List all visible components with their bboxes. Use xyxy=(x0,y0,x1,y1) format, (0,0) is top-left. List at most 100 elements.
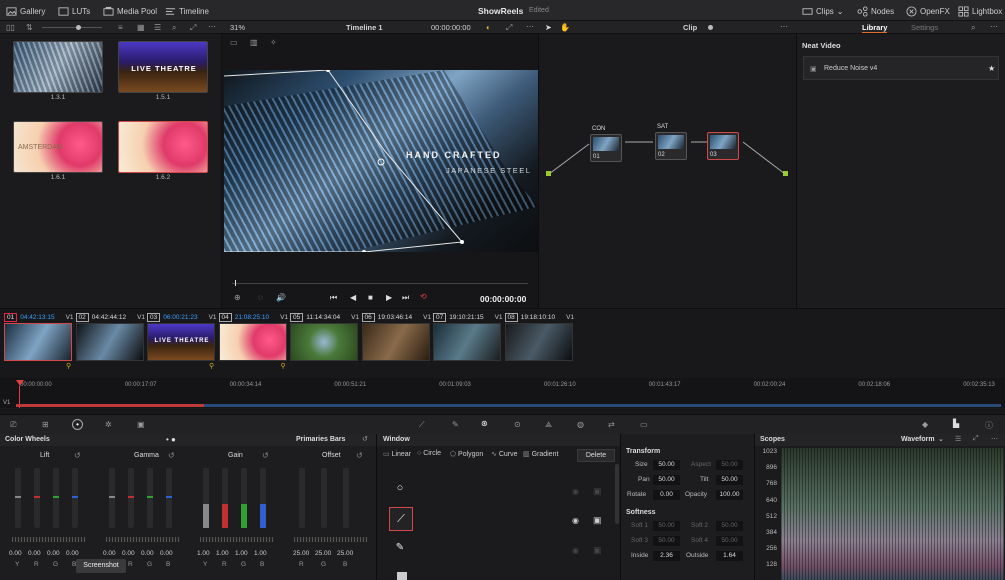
window-icon[interactable]: ⊛ xyxy=(481,419,488,428)
qualifier-icon[interactable]: ✎ xyxy=(452,420,459,429)
clip-thumbnail[interactable] xyxy=(218,323,287,361)
reset-all-icon[interactable]: ↺ xyxy=(362,435,368,443)
gallery-still[interactable]: LIVE THEATRE xyxy=(118,41,208,93)
pan-field[interactable]: 50.00 xyxy=(653,475,680,485)
channel-value[interactable]: 1.00 xyxy=(216,550,229,557)
channel-value[interactable]: 1.00 xyxy=(197,550,210,557)
stop-icon[interactable]: ■ xyxy=(368,293,373,302)
fullscreen-icon[interactable]: ⤢ xyxy=(506,23,512,33)
library-search-icon[interactable]: ⌕ xyxy=(971,23,975,33)
channel-value[interactable]: 25.00 xyxy=(293,550,309,557)
page-dot-icon[interactable]: • ● xyxy=(166,435,176,444)
window-tool-circle[interactable]: ○ Circle xyxy=(417,450,441,457)
scope-settings-icon[interactable]: ☰ xyxy=(955,435,961,443)
luts-button[interactable]: LUTs xyxy=(58,5,90,17)
library-item[interactable]: ▣ Reduce Noise v4 ★ xyxy=(803,56,999,80)
rgb-mixer-icon[interactable]: ✲ xyxy=(105,420,112,429)
master-wheel[interactable] xyxy=(294,537,368,542)
linear-window-icon[interactable]: ⟋ xyxy=(389,507,413,531)
window-invert-icon[interactable]: ▣ xyxy=(593,545,602,556)
favorite-star-icon[interactable]: ★ xyxy=(988,64,995,73)
tilt-field[interactable]: 50.00 xyxy=(716,475,743,485)
clip-thumbnail[interactable]: LIVE THEATRE xyxy=(147,323,215,361)
circle-window-icon[interactable]: ○ xyxy=(387,482,413,502)
inside-field[interactable]: 2.36 xyxy=(653,551,680,561)
zoom-level[interactable]: 31% xyxy=(230,23,245,32)
highlight-icon[interactable]: ◐ xyxy=(486,23,491,32)
gallery-size-slider[interactable] xyxy=(42,27,102,28)
last-frame-icon[interactable]: ⏭ xyxy=(402,293,409,303)
channel-value[interactable]: 25.00 xyxy=(337,550,353,557)
size-field[interactable]: 50.00 xyxy=(653,460,680,470)
search-icon[interactable]: ⌕ xyxy=(172,23,176,33)
channel-bar[interactable] xyxy=(34,468,40,528)
channel-value[interactable]: 0.00 xyxy=(160,550,173,557)
gallery-still[interactable]: AMSTERDAM xyxy=(13,121,103,173)
motion-effects-icon[interactable]: ▣ xyxy=(137,420,145,429)
blur-icon[interactable]: ◍ xyxy=(577,420,584,429)
color-wheels-icon[interactable]: • xyxy=(72,419,83,430)
soft3-field[interactable]: 50.00 xyxy=(653,536,680,546)
timeline-name[interactable]: Timeline 1 xyxy=(346,23,383,32)
channel-bar[interactable] xyxy=(15,468,21,528)
channel-bar[interactable] xyxy=(343,468,349,528)
channel-value[interactable]: 25.00 xyxy=(315,550,331,557)
channel-bar[interactable] xyxy=(299,468,305,528)
timeline-ruler[interactable]: 00:00:00:00 00:00:17:07 00:00:34:14 00:00:5… xyxy=(0,378,1005,408)
volume-icon[interactable]: 🔊 xyxy=(276,293,286,302)
opacity-field[interactable]: 100.00 xyxy=(716,490,743,500)
play-icon[interactable]: ▶ xyxy=(386,293,392,302)
viewer-image[interactable]: HAND CRAFTED JAPANESE STEEL xyxy=(224,70,538,252)
expand-icon[interactable]: ⤢ xyxy=(190,23,196,33)
wheel-reset-icon[interactable]: ↺ xyxy=(262,451,269,460)
wheel-reset-icon[interactable]: ↺ xyxy=(168,451,175,460)
master-wheel[interactable] xyxy=(106,537,180,542)
first-frame-icon[interactable]: ⏮ xyxy=(330,293,337,303)
channel-bar[interactable] xyxy=(147,468,153,528)
tab-settings[interactable]: Settings xyxy=(911,23,938,32)
sizing-icon[interactable]: ▭ xyxy=(640,420,648,429)
scopes-icon[interactable]: ▙ xyxy=(953,419,959,428)
aspect-field[interactable]: 50.00 xyxy=(716,460,743,470)
clip-thumbnail[interactable] xyxy=(361,323,430,361)
channel-value[interactable]: 0.00 xyxy=(141,550,154,557)
soft2-field[interactable]: 50.00 xyxy=(716,521,743,531)
window-tool-curve[interactable]: ∿ Curve xyxy=(491,450,518,458)
slider-handle[interactable] xyxy=(76,25,81,30)
nodes-button[interactable]: Nodes xyxy=(857,5,894,17)
channel-value[interactable]: 0.00 xyxy=(28,550,41,557)
window-invert-icon[interactable]: ▣ xyxy=(593,486,602,497)
pointer-icon[interactable]: ➤ xyxy=(545,23,552,32)
window-scrollbar[interactable] xyxy=(615,464,619,524)
window-invert-icon[interactable]: ▣ xyxy=(593,515,602,526)
timeline-button[interactable]: Timeline xyxy=(165,5,209,17)
3d-icon[interactable]: ◆ xyxy=(922,420,928,429)
clip-thumbnail[interactable] xyxy=(504,323,573,361)
channel-value[interactable]: 1.00 xyxy=(254,550,267,557)
camera-raw-icon[interactable]: ⎚ xyxy=(10,420,16,430)
node-zoom-handle[interactable] xyxy=(708,25,713,30)
gallery-still-selected[interactable] xyxy=(118,121,208,173)
soft4-field[interactable]: 50.00 xyxy=(716,536,743,546)
grid-view-icon[interactable]: ▦ xyxy=(137,23,145,32)
channel-bar[interactable] xyxy=(72,468,78,528)
window-tool-gradient[interactable]: ▥ Gradient xyxy=(523,450,558,458)
channel-bar[interactable] xyxy=(203,468,209,528)
media-pool-button[interactable]: Media Pool xyxy=(103,5,157,17)
channel-bar[interactable] xyxy=(166,468,172,528)
track-bar-current[interactable] xyxy=(16,404,204,407)
wheel-reset-icon[interactable]: ↺ xyxy=(74,451,81,460)
viewer-mode-icon[interactable]: ▭ xyxy=(230,38,238,47)
viewer-more-icon[interactable]: ⋯ xyxy=(526,22,534,31)
clips-button[interactable]: Clips ⌄ xyxy=(802,5,843,17)
channel-bar[interactable] xyxy=(321,468,327,528)
node-more-icon[interactable]: ⋯ xyxy=(780,22,788,31)
layout-icon[interactable]: ▯▯ xyxy=(6,23,15,32)
scope-more-icon[interactable]: ⋯ xyxy=(991,435,998,443)
channel-bar[interactable] xyxy=(260,468,266,528)
magic-mask-icon[interactable]: ⟁ xyxy=(545,420,552,430)
scrub-bar[interactable] xyxy=(232,283,528,284)
window-toggle-icon[interactable]: ◉ xyxy=(572,487,579,496)
wheel-reset-icon[interactable]: ↺ xyxy=(356,451,363,460)
rotate-field[interactable]: 0.00 xyxy=(653,490,680,500)
